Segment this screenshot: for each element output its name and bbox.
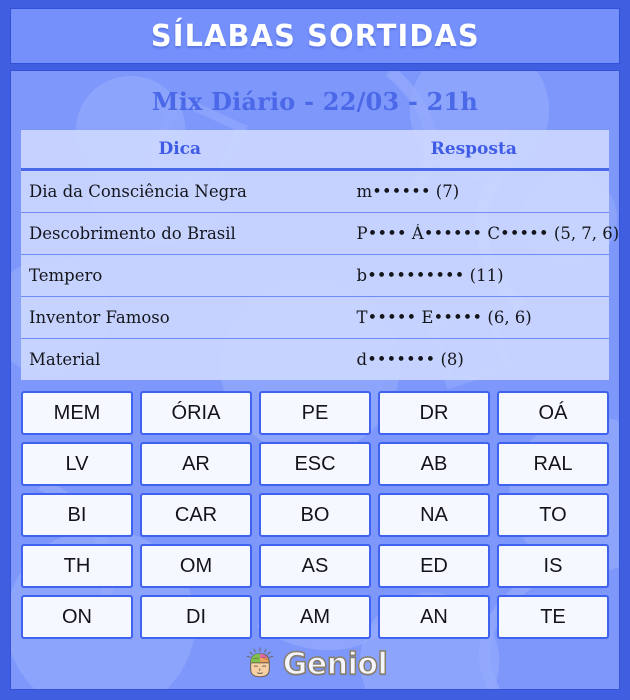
clue-text: Dia da Consciência Negra [29, 182, 247, 201]
syllable-tile[interactable]: BI [21, 493, 133, 537]
syllable-tile[interactable]: AM [259, 595, 371, 639]
syllable-tile[interactable]: CAR [140, 493, 252, 537]
syllable-tile[interactable]: AR [140, 442, 252, 486]
syllable-tile[interactable]: OM [140, 544, 252, 588]
syllable-tile[interactable]: TH [21, 544, 133, 588]
syllable-tile[interactable]: LV [21, 442, 133, 486]
syllable-tile[interactable]: NA [378, 493, 490, 537]
syllable-tile[interactable]: ON [21, 595, 133, 639]
syllable-tile[interactable]: AS [259, 544, 371, 588]
syllable-tile[interactable]: RAL [497, 442, 609, 486]
table-row: Tempero b•••••••••• (11) [21, 255, 609, 297]
syllable-tile[interactable]: AN [378, 595, 490, 639]
clue-table-header: Dica Resposta [21, 130, 609, 171]
syllable-tile[interactable]: ESC [259, 442, 371, 486]
syllable-tile-grid: MEM ÓRIA PE DR OÁ LV AR ESC AB RAL BI CA… [21, 391, 609, 639]
syllable-tile[interactable]: ED [378, 544, 490, 588]
footer-branding: Geniol [21, 639, 609, 689]
answer-mask: d••••••• (8) [356, 350, 464, 369]
game-title-bar: SÍLABAS SORTIDAS [10, 8, 620, 64]
syllable-tile[interactable]: MEM [21, 391, 133, 435]
table-row: Inventor Famoso T••••• E••••• (6, 6) [21, 297, 609, 339]
clue-text: Descobrimento do Brasil [29, 224, 236, 243]
clue-text: Material [29, 350, 101, 369]
clue-text: Inventor Famoso [29, 308, 170, 327]
syllable-tile[interactable]: IS [497, 544, 609, 588]
clue-table: Dica Resposta Dia da Consciência Negra m… [21, 130, 619, 380]
table-row: Descobrimento do Brasil P•••• Á•••••• C•… [21, 213, 619, 255]
table-row: Material d••••••• (8) [21, 339, 609, 380]
answer-mask: m•••••• (7) [356, 182, 460, 201]
syllable-tile[interactable]: PE [259, 391, 371, 435]
syllable-tile[interactable]: OÁ [497, 391, 609, 435]
syllable-tile[interactable]: BO [259, 493, 371, 537]
game-board: Mix Diário - 22/03 - 21h Dica Resposta D… [10, 70, 620, 690]
brain-head-icon [243, 647, 277, 681]
table-row: Dia da Consciência Negra m•••••• (7) [21, 171, 609, 213]
clue-table-body: Dia da Consciência Negra m•••••• (7) Des… [21, 171, 619, 380]
syllable-tile[interactable]: DR [378, 391, 490, 435]
answer-mask: T••••• E••••• (6, 6) [356, 308, 532, 327]
round-subtitle: Mix Diário - 22/03 - 21h [151, 87, 479, 116]
clue-text: Tempero [29, 266, 103, 285]
game-window: SÍLABAS SORTIDAS Mix Diário - 22/03 - 21… [0, 0, 630, 700]
brand-name: Geniol [282, 646, 389, 683]
syllable-tile[interactable]: AB [378, 442, 490, 486]
answer-mask: P•••• Á•••••• C••••• (5, 7, 6) [356, 224, 620, 243]
answer-mask: b•••••••••• (11) [356, 266, 504, 285]
syllable-tile[interactable]: ÓRIA [140, 391, 252, 435]
column-header-answer: Resposta [430, 139, 517, 159]
page-title: SÍLABAS SORTIDAS [150, 18, 480, 54]
syllable-tile[interactable]: TE [497, 595, 609, 639]
syllable-tile[interactable]: DI [140, 595, 252, 639]
syllable-tile[interactable]: TO [497, 493, 609, 537]
column-header-clue: Dica [158, 139, 202, 159]
